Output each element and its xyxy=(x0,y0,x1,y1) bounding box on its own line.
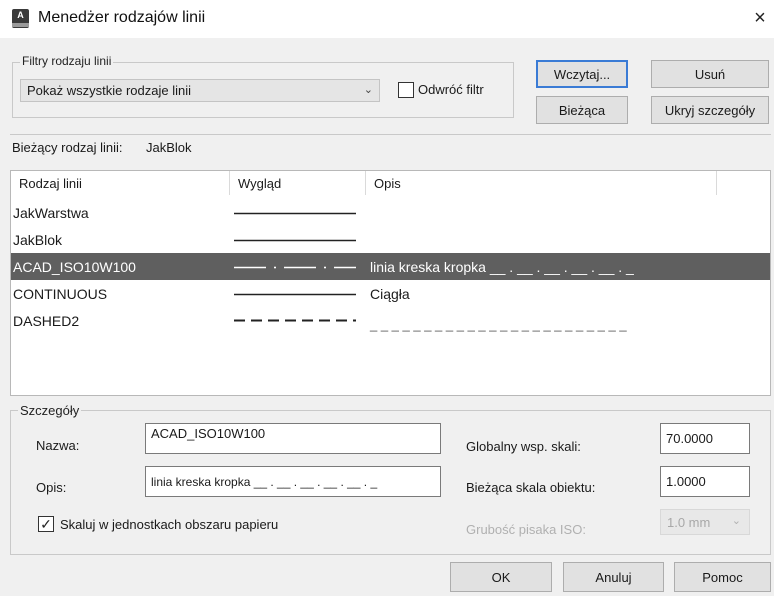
linetype-preview xyxy=(232,280,362,307)
table-row[interactable]: JakWarstwa xyxy=(11,199,770,226)
pen-width-select: 1.0 mm ⌄ xyxy=(660,509,750,535)
table-row[interactable]: DASHED2 _ _ _ _ _ _ _ _ _ _ _ _ _ _ _ _ … xyxy=(11,307,770,334)
filters-legend: Filtry rodzaju linii xyxy=(20,54,114,68)
description-label: Opis: xyxy=(36,480,67,495)
linetype-preview xyxy=(232,226,362,253)
filter-select[interactable]: Pokaż wszystkie rodzaje linii ⌄ xyxy=(20,79,380,102)
linetype-name: JakBlok xyxy=(13,231,63,248)
linetype-preview xyxy=(232,253,362,280)
linetype-name: CONTINUOUS xyxy=(13,285,108,302)
details-legend: Szczegóły xyxy=(18,403,82,418)
table-row[interactable]: JakBlok xyxy=(11,226,770,253)
pen-width-value: 1.0 mm xyxy=(667,515,711,530)
chevron-down-icon: ⌄ xyxy=(731,515,741,527)
current-button[interactable]: Bieżąca xyxy=(536,96,628,124)
linetype-description: _ _ _ _ _ _ _ _ _ _ _ _ _ _ _ _ _ _ _ _ … xyxy=(370,317,627,332)
separator xyxy=(10,134,771,135)
table-row[interactable]: ACAD_ISO10W100 linia kreska kropka __ . … xyxy=(11,253,770,280)
filter-select-value: Pokaż wszystkie rodzaje linii xyxy=(27,83,192,98)
linetype-name: DASHED2 xyxy=(13,312,80,329)
load-button[interactable]: Wczytaj... xyxy=(536,60,628,88)
linetype-list[interactable]: Rodzaj linii Wygląd Opis JakWarstwa JakB… xyxy=(10,170,771,396)
linetype-description: Ciągła xyxy=(370,285,410,302)
close-icon[interactable]: × xyxy=(748,6,772,30)
column-header-linetype[interactable]: Rodzaj linii xyxy=(11,171,230,195)
linetype-preview xyxy=(232,199,362,226)
linetype-name: JakWarstwa xyxy=(13,204,89,221)
checkmark-icon: ✓ xyxy=(40,516,52,532)
name-field[interactable]: ACAD_ISO10W100 xyxy=(145,423,441,454)
invert-filter-checkbox[interactable] xyxy=(398,82,414,98)
delete-button[interactable]: Usuń xyxy=(651,60,769,88)
window-title: Menedżer rodzajów linii xyxy=(38,9,206,26)
cancel-button[interactable]: Anuluj xyxy=(563,562,664,592)
global-scale-field[interactable]: 70.0000 xyxy=(660,423,750,454)
description-field[interactable]: linia kreska kropka __ . __ . __ . __ . … xyxy=(145,466,441,497)
column-header-description[interactable]: Opis xyxy=(366,171,717,195)
help-button[interactable]: Pomoc xyxy=(674,562,771,592)
paperspace-checkbox[interactable]: ✓ xyxy=(38,516,54,532)
table-row[interactable]: CONTINUOUS Ciągła xyxy=(11,280,770,307)
object-scale-field[interactable]: 1.0000 xyxy=(660,466,750,497)
invert-filter-label: Odwróć filtr xyxy=(418,82,484,97)
column-header-appearance[interactable]: Wygląd xyxy=(230,171,366,195)
ok-button[interactable]: OK xyxy=(450,562,552,592)
column-header-empty xyxy=(717,171,770,195)
current-linetype-label: Bieżący rodzaj linii: xyxy=(12,140,123,155)
current-linetype-value: JakBlok xyxy=(146,140,192,155)
pen-width-label: Grubość pisaka ISO: xyxy=(466,522,586,537)
object-scale-label: Bieżąca skala obiektu: xyxy=(466,480,596,495)
app-icon: A xyxy=(12,9,29,28)
global-scale-label: Globalny wsp. skali: xyxy=(466,439,581,454)
hide-details-button[interactable]: Ukryj szczegóły xyxy=(651,96,769,124)
linetype-name: ACAD_ISO10W100 xyxy=(13,258,136,275)
chevron-down-icon: ⌄ xyxy=(363,84,373,96)
linetype-description: linia kreska kropka __ . __ . __ . __ . … xyxy=(370,258,634,275)
name-label: Nazwa: xyxy=(36,438,80,453)
linetype-preview xyxy=(232,307,362,334)
paperspace-label: Skaluj w jednostkach obszaru papieru xyxy=(60,517,279,532)
